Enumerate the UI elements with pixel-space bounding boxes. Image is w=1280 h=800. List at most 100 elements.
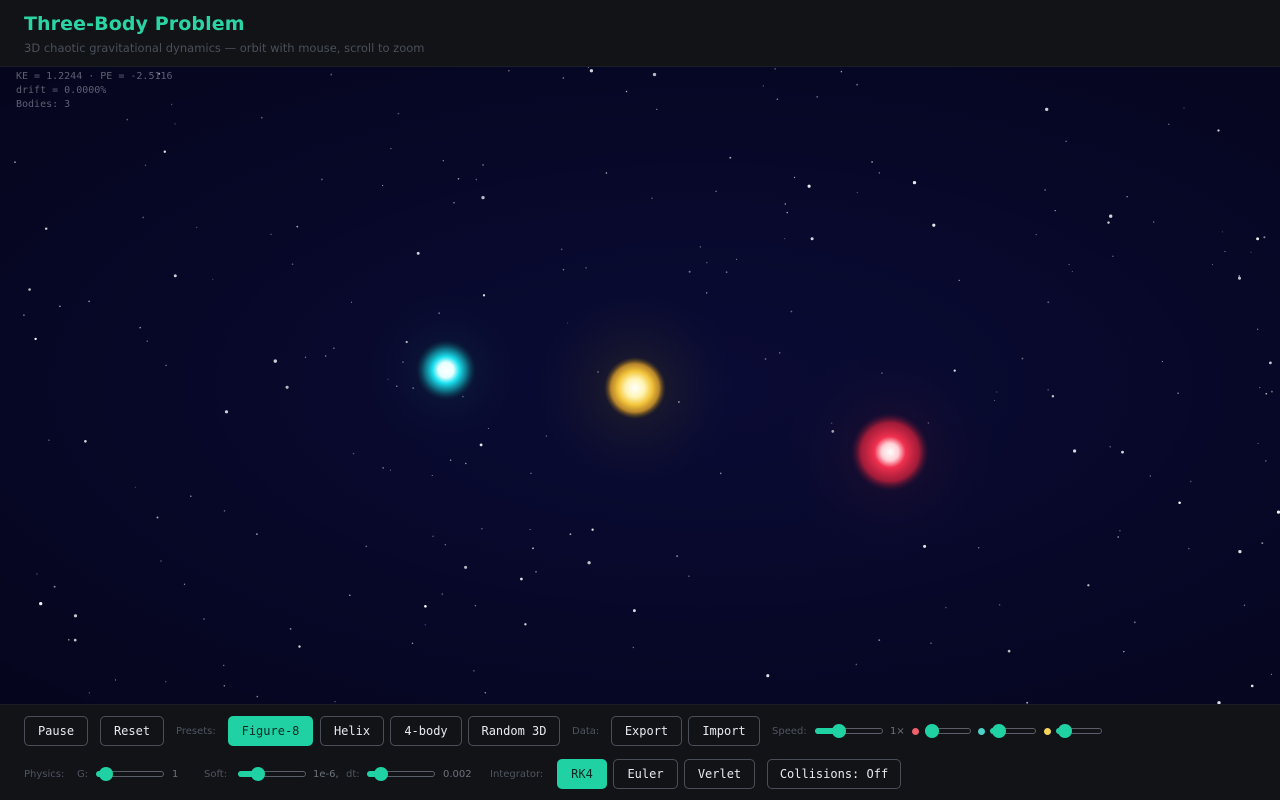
g-value: 1 xyxy=(172,769,179,780)
star xyxy=(59,305,61,308)
star xyxy=(334,701,336,703)
star xyxy=(304,356,307,358)
star xyxy=(1243,604,1246,606)
export-button[interactable]: Export xyxy=(611,716,682,746)
star xyxy=(160,560,162,562)
g-slider-thumb[interactable] xyxy=(99,767,114,781)
star xyxy=(1261,542,1264,545)
star xyxy=(482,294,486,297)
star xyxy=(776,98,779,100)
star xyxy=(484,691,487,694)
star xyxy=(1178,501,1181,505)
star xyxy=(330,73,333,76)
star xyxy=(878,172,880,174)
star xyxy=(156,516,159,519)
star xyxy=(699,246,702,248)
star xyxy=(998,604,1001,606)
star xyxy=(441,593,444,595)
speed-label: Speed: xyxy=(772,726,807,737)
star xyxy=(223,510,226,512)
soft-slider-thumb[interactable] xyxy=(251,767,266,781)
preset-4-body-button[interactable]: 4-body xyxy=(390,716,462,746)
import-button[interactable]: Import xyxy=(688,716,760,746)
bodies-count: Bodies: 3 xyxy=(16,99,71,110)
star xyxy=(1051,395,1055,398)
star xyxy=(411,642,414,644)
star xyxy=(397,112,400,115)
star xyxy=(810,237,814,241)
dt-value: 0.002 xyxy=(443,769,472,780)
star xyxy=(816,96,819,98)
star xyxy=(1270,390,1273,393)
mass-2-slider[interactable] xyxy=(990,724,1036,738)
star xyxy=(589,69,594,73)
star xyxy=(333,347,335,349)
star xyxy=(774,68,776,70)
soft-value: 1e-6, xyxy=(313,769,339,780)
mass-1-slider-thumb[interactable] xyxy=(924,724,939,738)
presets-label: Presets: xyxy=(176,726,216,737)
star xyxy=(260,116,263,119)
star xyxy=(676,555,679,558)
star xyxy=(73,638,77,642)
star xyxy=(28,288,31,291)
star xyxy=(719,472,722,475)
g-slider[interactable] xyxy=(96,767,164,781)
star xyxy=(144,164,147,166)
star xyxy=(977,546,980,549)
preset-figure-8-button[interactable]: Figure-8 xyxy=(228,716,313,746)
star xyxy=(1188,547,1190,550)
star xyxy=(652,72,657,77)
mass-2-slider-thumb[interactable] xyxy=(992,724,1007,738)
pause-button[interactable]: Pause xyxy=(24,716,88,746)
star xyxy=(1047,301,1050,304)
energy-readout: KE = 1.2244 · PE = -2.5116 xyxy=(16,71,173,82)
star xyxy=(223,685,226,687)
speed-slider-thumb[interactable] xyxy=(831,724,846,738)
star xyxy=(298,645,301,648)
simulation-canvas[interactable] xyxy=(0,67,1280,704)
star xyxy=(449,459,452,461)
integrator-euler-button[interactable]: Euler xyxy=(613,759,678,789)
star xyxy=(1045,107,1049,112)
star xyxy=(587,561,591,565)
mass-1-slider[interactable] xyxy=(924,724,971,738)
star xyxy=(856,83,859,86)
star xyxy=(222,664,225,667)
star xyxy=(84,440,87,443)
soft-slider[interactable] xyxy=(238,767,306,781)
preset-random-3d-button[interactable]: Random 3D xyxy=(468,716,560,746)
star xyxy=(1250,251,1252,253)
star xyxy=(1161,361,1163,363)
star xyxy=(688,575,690,577)
star xyxy=(53,585,56,588)
star xyxy=(729,156,732,159)
dt-slider[interactable] xyxy=(367,767,435,781)
star xyxy=(464,565,468,569)
star xyxy=(453,202,455,204)
star xyxy=(164,680,167,683)
star xyxy=(390,147,392,150)
reset-button[interactable]: Reset xyxy=(100,716,164,746)
star xyxy=(291,263,294,265)
integrator-verlet-button[interactable]: Verlet xyxy=(684,759,755,789)
star xyxy=(432,535,434,538)
star xyxy=(651,197,653,200)
dt-slider-thumb[interactable] xyxy=(373,767,388,781)
mass-3-slider[interactable] xyxy=(1056,724,1102,738)
star xyxy=(706,292,708,294)
star xyxy=(442,160,444,162)
star xyxy=(349,594,351,596)
mass-3-slider-thumb[interactable] xyxy=(1058,724,1073,738)
hud-readout: KE = 1.2244 · PE = -2.5116 drift = 0.000… xyxy=(16,70,173,112)
star xyxy=(114,679,117,681)
collisions-toggle-button[interactable]: Collisions: Off xyxy=(767,759,901,789)
star xyxy=(520,577,523,581)
drift-readout: drift = 0.0000% xyxy=(16,85,107,96)
integrator-rk4-button[interactable]: RK4 xyxy=(557,759,607,789)
preset-helix-button[interactable]: Helix xyxy=(320,716,384,746)
star xyxy=(1021,357,1024,360)
speed-slider[interactable] xyxy=(815,724,883,738)
star xyxy=(139,326,142,329)
star xyxy=(382,467,384,469)
